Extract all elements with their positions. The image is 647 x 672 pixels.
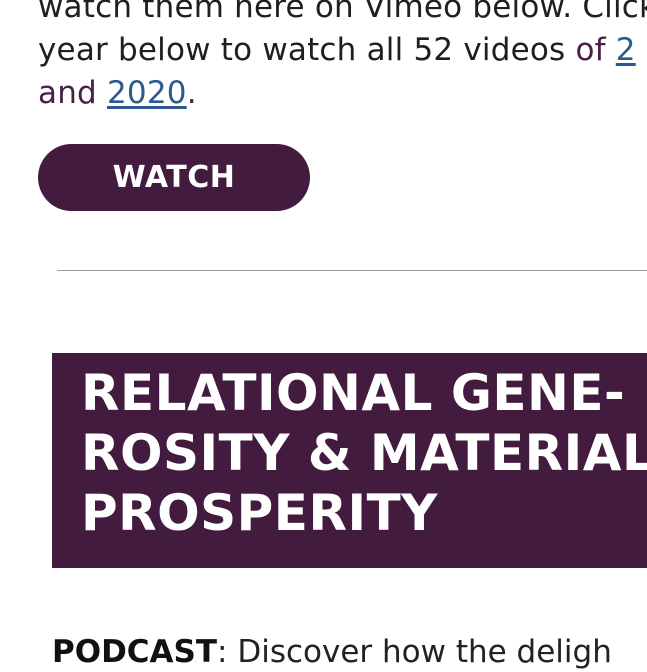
section-divider xyxy=(57,270,647,271)
intro-paragraph: watch them here on Vimeo below. Click ye… xyxy=(38,0,647,115)
section-heading: RELATIONAL GENE- ROSITY & MATERIAL PROSP… xyxy=(81,363,647,543)
section-heading-banner: RELATIONAL GENE- ROSITY & MATERIAL PROSP… xyxy=(52,353,647,568)
section-heading-line-2: ROSITY & MATERIAL xyxy=(81,424,647,482)
intro-of-text: of xyxy=(575,32,616,68)
intro-and-text: and xyxy=(38,75,107,111)
section-heading-line-1: RELATIONAL GENE- xyxy=(81,364,626,422)
podcast-paragraph: PODCAST: Discover how the deligh xyxy=(52,632,647,672)
intro-period: . xyxy=(186,75,197,111)
intro-line-2: year below to watch all 52 videos of 2 xyxy=(38,29,647,72)
intro-line-1: watch them here on Vimeo below. Click xyxy=(38,0,647,25)
watch-button[interactable]: WATCH xyxy=(38,144,310,211)
intro-line-3: and 2020. xyxy=(38,72,647,115)
podcast-text: : Discover how the deligh xyxy=(217,634,612,670)
intro-line-2-text: year below to watch all 52 videos xyxy=(38,32,576,68)
year-link-partial[interactable]: 2 xyxy=(616,32,636,68)
year-link-2020[interactable]: 2020 xyxy=(107,75,187,111)
podcast-label: PODCAST xyxy=(52,634,218,670)
section-heading-line-3: PROSPERITY xyxy=(81,484,438,542)
